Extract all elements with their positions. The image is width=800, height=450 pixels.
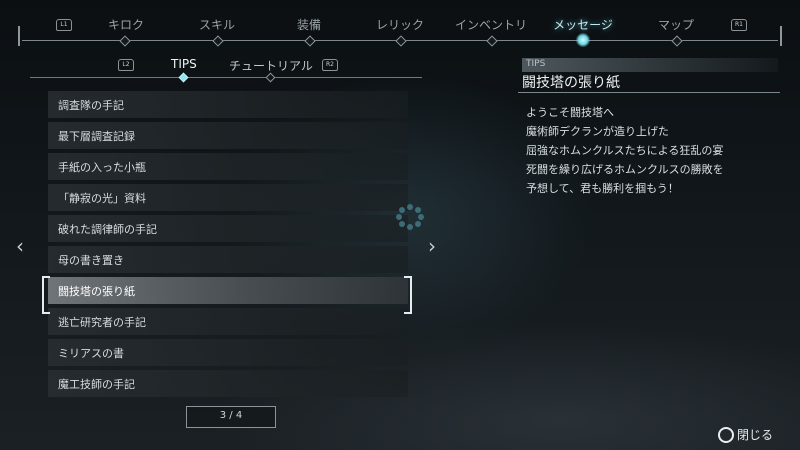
list-item-label: 破れた調律師の手記: [58, 223, 157, 236]
list-item-label: 「静寂の光」資料: [58, 192, 146, 205]
subtab-marker: [265, 72, 276, 83]
l2-button-icon[interactable]: L2: [118, 59, 134, 71]
tab-marker: [119, 35, 131, 47]
detail-line: 予想して、君も勝利を掴もう！: [526, 182, 679, 195]
detail-line: 屈強なホムンクルスたちによる狂乱の宴: [526, 144, 724, 157]
list-item[interactable]: 調査隊の手記: [48, 91, 408, 118]
bar-right-end: [780, 26, 782, 46]
emblem-icon: [396, 204, 424, 230]
tab-marker: [212, 35, 224, 47]
chevron-right-icon[interactable]: ›: [428, 234, 436, 258]
list-item-selected[interactable]: 闘技塔の張り紙: [48, 277, 408, 304]
active-subtab-marker: [178, 72, 189, 83]
tab-marker: [395, 35, 407, 47]
tab-equipment[interactable]: 装備: [297, 16, 321, 33]
top-tab-bar: L1 R1 キロク スキル 装備 レリック インベントリ メッセージ マップ: [0, 0, 800, 50]
page-indicator: 3 / 4: [186, 406, 276, 428]
list-item-label: 調査隊の手記: [58, 99, 124, 112]
list-item[interactable]: 「静寂の光」資料: [48, 184, 408, 211]
page-indicator-text: 3 / 4: [219, 410, 243, 421]
r1-button-icon[interactable]: R1: [731, 19, 747, 31]
detail-line: 魔術師デクランが造り上げた: [526, 125, 669, 138]
list-item[interactable]: 最下層調査記録: [48, 122, 408, 149]
selection-bracket-left: [42, 276, 50, 314]
divider: [518, 92, 780, 93]
l1-button-icon[interactable]: L1: [56, 19, 72, 31]
detail-category-bar: TIPS: [522, 58, 778, 72]
list-item[interactable]: 母の書き置き: [48, 246, 408, 273]
tab-marker: [304, 35, 316, 47]
list-item[interactable]: 手紙の入った小瓶: [48, 153, 408, 180]
list-item-label: 手紙の入った小瓶: [58, 161, 146, 174]
tab-relic[interactable]: レリック: [376, 16, 424, 33]
tab-marker: [671, 35, 683, 47]
circle-button-icon[interactable]: [718, 427, 734, 443]
selection-bracket-right: [404, 276, 412, 314]
list-item[interactable]: 逃亡研究者の手記: [48, 308, 408, 335]
bar-left-end: [18, 26, 20, 46]
detail-line: ようこそ闘技塔へ: [526, 106, 614, 119]
tab-map[interactable]: マップ: [658, 16, 694, 33]
list-item-label: 闘技塔の張り紙: [58, 285, 135, 298]
subtab-line: [30, 77, 422, 78]
tab-marker: [486, 35, 498, 47]
detail-title: 闘技塔の張り紙: [522, 75, 620, 91]
list-item-label: 逃亡研究者の手記: [58, 316, 146, 329]
detail-category: TIPS: [526, 59, 546, 69]
tab-kiroku[interactable]: キロク: [108, 16, 144, 33]
list-item-label: 母の書き置き: [58, 254, 124, 267]
chevron-left-icon[interactable]: ‹: [16, 234, 24, 258]
tab-skill[interactable]: スキル: [199, 16, 235, 33]
r2-button-icon[interactable]: R2: [322, 59, 338, 71]
list-item[interactable]: 破れた調律師の手記: [48, 215, 408, 242]
list-item-label: 最下層調査記録: [58, 130, 135, 143]
list-item[interactable]: 魔工技師の手記: [48, 370, 408, 397]
list-item[interactable]: ミリアスの書: [48, 339, 408, 366]
tab-inventory[interactable]: インベントリ: [455, 16, 527, 33]
close-label[interactable]: 閉じる: [737, 426, 773, 443]
detail-line: 死闘を繰り広げるホムンクルスの勝敗を: [526, 163, 724, 176]
active-tab-glow-icon: [573, 30, 593, 50]
list-item-label: 魔工技師の手記: [58, 378, 135, 391]
tips-list: 調査隊の手記 最下層調査記録 手紙の入った小瓶 「静寂の光」資料 破れた調律師の…: [48, 91, 408, 401]
list-item-label: ミリアスの書: [58, 347, 124, 360]
subtab-tips[interactable]: TIPS: [171, 57, 197, 71]
subtab-tutorial[interactable]: チュートリアル: [229, 57, 313, 74]
